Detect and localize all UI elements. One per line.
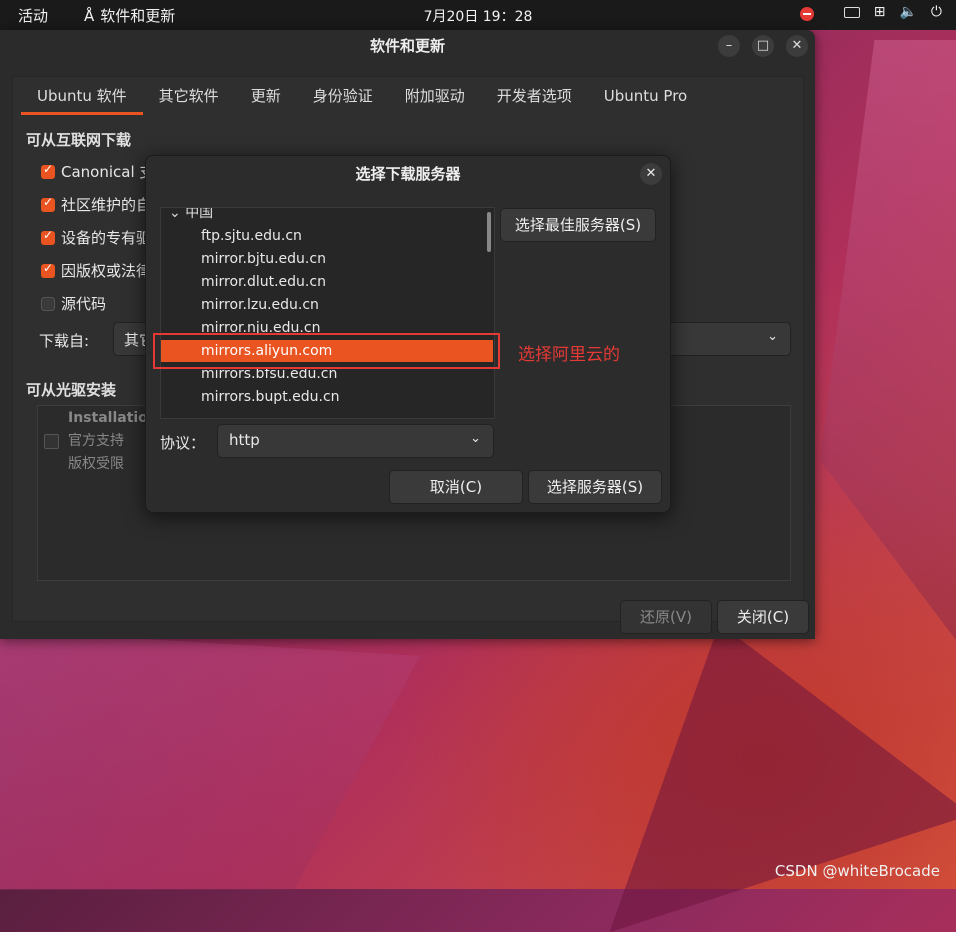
cancel-button[interactable]: 取消(C) xyxy=(389,470,523,504)
cdrom-section-heading: 可从光驱安装 xyxy=(26,381,117,399)
wallpaper-shape xyxy=(820,40,956,640)
chevron-down-icon[interactable]: ⌄ xyxy=(169,208,185,221)
annotation-text: 选择阿里云的 xyxy=(518,345,620,365)
keyboard-icon[interactable] xyxy=(843,6,860,18)
tab-bar: Ubuntu 软件 其它软件 更新 身份验证 附加驱动 开发者选项 Ubuntu… xyxy=(21,77,703,115)
protocol-select[interactable]: http ⌄ xyxy=(217,424,494,458)
revert-button[interactable]: 还原(V) xyxy=(620,600,712,634)
top-panel: 活动 Å 软件和更新 7月20日 19：28 ⊞ 🔈 ⏻ xyxy=(0,0,956,30)
network-icon[interactable]: ⊞ xyxy=(874,4,886,20)
checkbox-label: 设备的专有驱 xyxy=(61,229,152,247)
close-icon[interactable]: ✕ xyxy=(786,35,808,57)
checkbox-restricted[interactable]: 因版权或法律 xyxy=(41,260,151,281)
volume-icon[interactable]: 🔈 xyxy=(899,4,916,20)
checkbox-proprietary-drivers[interactable]: 设备的专有驱 xyxy=(41,227,151,248)
do-not-disturb-icon[interactable] xyxy=(799,7,814,21)
download-from-label: 下载自: xyxy=(39,332,90,350)
protocol-label: 协议： xyxy=(160,434,206,452)
cdrom-checkbox[interactable] xyxy=(44,434,59,449)
checkbox-checked-icon[interactable] xyxy=(41,195,55,212)
internet-section-heading: 可从互联网下载 xyxy=(26,131,132,149)
tab-authentication[interactable]: 身份验证 xyxy=(297,77,389,115)
server-item[interactable]: ftp.sjtu.edu.cn xyxy=(201,225,302,247)
checkbox-canonical[interactable]: Canonical 支 xyxy=(41,161,154,182)
country-label: 中国 xyxy=(185,207,214,221)
tab-ubuntu-software[interactable]: Ubuntu 软件 xyxy=(21,77,143,115)
maximize-icon[interactable]: □ xyxy=(752,35,774,57)
server-list[interactable]: ⌄ 中国 ftp.sjtu.edu.cn mirror.bjtu.edu.cn … xyxy=(160,207,495,419)
close-button[interactable]: 关闭(C) xyxy=(717,600,809,634)
choose-server-button[interactable]: 选择服务器(S) xyxy=(528,470,662,504)
server-item[interactable]: mirrors.bupt.edu.cn xyxy=(201,386,340,408)
server-item[interactable]: mirror.lzu.edu.cn xyxy=(201,294,319,316)
close-icon[interactable]: ✕ xyxy=(640,163,662,185)
select-best-server-button[interactable]: 选择最佳服务器(S) xyxy=(500,208,656,242)
tab-updates[interactable]: 更新 xyxy=(235,77,297,115)
checkbox-unchecked-icon[interactable] xyxy=(41,296,55,311)
system-tray[interactable]: ⊞ 🔈 ⏻ xyxy=(799,4,942,21)
dialog-title: 选择下载服务器 xyxy=(355,165,461,183)
checkbox-checked-icon[interactable] xyxy=(41,261,55,278)
chevron-down-icon: ⌄ xyxy=(767,329,778,344)
country-group[interactable]: ⌄ 中国 xyxy=(169,207,214,222)
scrollbar[interactable] xyxy=(487,212,491,252)
checkbox-label: 社区维护的自 xyxy=(61,196,152,214)
power-icon[interactable]: ⏻ xyxy=(931,4,942,20)
checkbox-label: Canonical 支 xyxy=(61,163,155,181)
checkbox-community[interactable]: 社区维护的自 xyxy=(41,194,151,215)
protocol-value: http xyxy=(229,431,260,449)
tab-developer-options[interactable]: 开发者选项 xyxy=(481,77,588,115)
checkbox-label: 源代码 xyxy=(61,295,107,313)
tab-ubuntu-pro[interactable]: Ubuntu Pro xyxy=(588,77,703,115)
chevron-down-icon: ⌄ xyxy=(470,431,481,446)
checkbox-checked-icon[interactable] xyxy=(41,162,55,179)
minimize-icon[interactable]: – xyxy=(718,35,740,57)
checkbox-source-code[interactable]: 源代码 xyxy=(41,293,106,314)
tab-other-software[interactable]: 其它软件 xyxy=(143,77,235,115)
cdrom-line: 版权受限 xyxy=(68,456,124,472)
wallpaper-shape xyxy=(0,630,420,890)
checkbox-label: 因版权或法律 xyxy=(61,262,152,280)
tab-additional-drivers[interactable]: 附加驱动 xyxy=(389,77,481,115)
cdrom-line: 官方支持 xyxy=(68,433,124,449)
window-title: 软件和更新 xyxy=(369,37,445,55)
checkbox-checked-icon[interactable] xyxy=(41,228,55,245)
server-item[interactable]: mirror.bjtu.edu.cn xyxy=(201,248,326,270)
annotation-highlight-box xyxy=(153,333,500,369)
server-item[interactable]: mirror.dlut.edu.cn xyxy=(201,271,326,293)
watermark: CSDN @whiteBrocade xyxy=(774,862,940,880)
